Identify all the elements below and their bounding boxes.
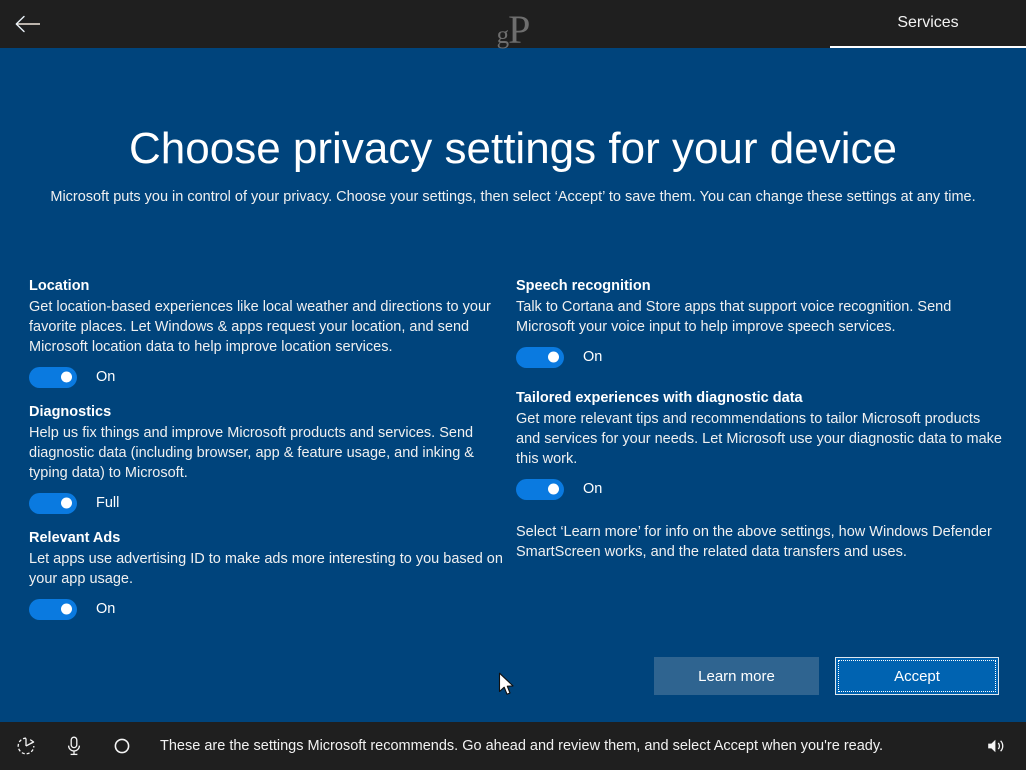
learn-more-note: Select ‘Learn more’ for info on the abov… (516, 524, 992, 560)
setting-location-title: Location (29, 278, 90, 294)
settings-column-right: Speech recognition Talk to Cortana and S… (516, 276, 1006, 562)
toggle-tailored-experiences[interactable] (516, 478, 564, 500)
setting-tailored-experiences: Tailored experiences with diagnostic dat… (516, 388, 1006, 500)
status-message: These are the settings Microsoft recomme… (160, 738, 884, 754)
accept-button[interactable]: Accept (835, 657, 999, 695)
setting-relevant-ads-title: Relevant Ads (29, 530, 121, 546)
back-button[interactable] (8, 5, 48, 43)
toggle-knob (548, 483, 559, 495)
setting-diagnostics-title: Diagnostics (29, 404, 112, 420)
page-subtitle: Microsoft puts you in control of your pr… (50, 189, 976, 205)
accept-button-label: Accept (894, 667, 940, 685)
title-bar: Services (0, 0, 1026, 48)
setting-speech-recognition-title: Speech recognition (516, 278, 651, 294)
toggle-knob (548, 351, 559, 363)
ease-of-access-icon (17, 737, 35, 755)
microphone-button[interactable] (50, 722, 98, 770)
setting-speech-recognition-description: Talk to Cortana and Store apps that supp… (516, 299, 952, 335)
setting-diagnostics-description: Help us fix things and improve Microsoft… (29, 425, 474, 481)
setting-diagnostics: Diagnostics Help us fix things and impro… (29, 402, 509, 514)
toggle-speech-recognition[interactable] (516, 346, 564, 368)
setting-relevant-ads-description: Let apps use advertising ID to make ads … (29, 551, 503, 587)
oobe-privacy-screen: Services gP Choose privacy settings for … (0, 0, 1026, 770)
tab-services[interactable]: Services (830, 0, 1026, 48)
learn-more-button[interactable]: Learn more (654, 657, 819, 695)
ease-of-access-button[interactable] (2, 722, 50, 770)
toggle-knob (61, 497, 72, 509)
setting-tailored-experiences-toggle-row: On (516, 478, 1006, 500)
setting-relevant-ads-toggle-row: On (29, 598, 509, 620)
toggle-diagnostics-state: Full (96, 494, 120, 511)
cortana-circle-icon (114, 738, 130, 754)
toggle-speech-recognition-state: On (583, 348, 603, 365)
settings-column-left: Location Get location-based experiences … (29, 276, 509, 634)
tab-services-label: Services (897, 14, 959, 31)
setting-speech-recognition: Speech recognition Talk to Cortana and S… (516, 276, 1006, 368)
cortana-button[interactable] (98, 722, 146, 770)
setting-location: Location Get location-based experiences … (29, 276, 509, 388)
setting-relevant-ads: Relevant Ads Let apps use advertising ID… (29, 528, 509, 620)
status-bar: These are the settings Microsoft recomme… (0, 722, 1026, 770)
back-arrow-icon (15, 15, 40, 33)
microphone-icon (67, 736, 81, 756)
setting-speech-recognition-toggle-row: On (516, 346, 1006, 368)
setting-location-description: Get location-based experiences like loca… (29, 299, 491, 355)
setting-tailored-experiences-title: Tailored experiences with diagnostic dat… (516, 390, 803, 406)
button-bar: Learn more Accept (0, 657, 1026, 707)
toggle-relevant-ads-state: On (96, 600, 116, 617)
toggle-knob (61, 603, 72, 615)
toggle-tailored-experiences-state: On (583, 480, 603, 497)
learn-more-button-label: Learn more (698, 667, 775, 685)
volume-button[interactable] (972, 722, 1020, 770)
main-content: Choose privacy settings for your device … (0, 48, 1026, 722)
page-title: Choose privacy settings for your device (129, 124, 897, 173)
toggle-knob (61, 371, 72, 383)
setting-location-toggle-row: On (29, 366, 509, 388)
toggle-location-state: On (96, 368, 116, 385)
toggle-location[interactable] (29, 366, 77, 388)
toggle-relevant-ads[interactable] (29, 598, 77, 620)
setting-tailored-experiences-description: Get more relevant tips and recommendatio… (516, 411, 1002, 467)
volume-icon (988, 739, 1004, 753)
setting-diagnostics-toggle-row: Full (29, 492, 509, 514)
toggle-diagnostics[interactable] (29, 492, 77, 514)
